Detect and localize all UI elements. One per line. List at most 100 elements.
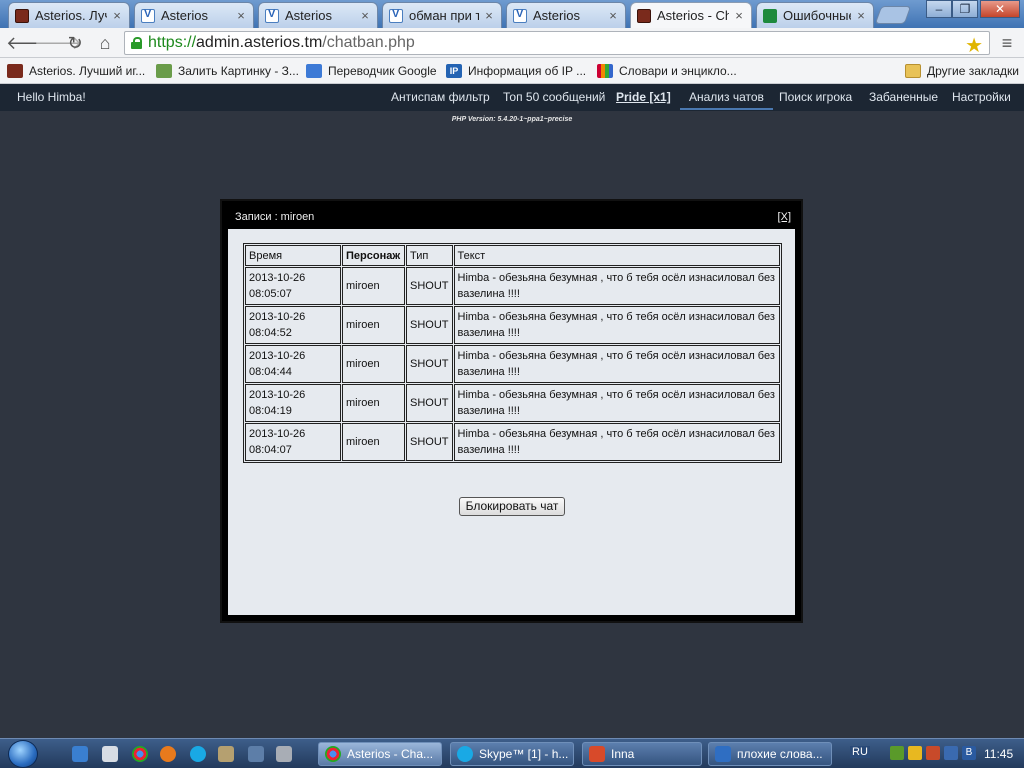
start-button[interactable]	[8, 740, 38, 768]
tray-alert-icon[interactable]	[908, 746, 922, 760]
bookmark-item[interactable]: IP Информация об IP ...	[446, 62, 586, 80]
system-clock: 11:45	[984, 747, 1014, 761]
browser-tab[interactable]: Asterios ×	[506, 2, 626, 28]
browser-toolbar: 🡐 🡒 ↻ ⌂ https://admin.asterios.tm/chatba…	[0, 28, 1024, 58]
cell-time: 2013-10-26 08:04:19	[245, 384, 341, 422]
close-icon[interactable]: ×	[483, 8, 495, 23]
nav-settings[interactable]: Настройки	[952, 90, 1011, 104]
tab-title: Asterios	[285, 8, 332, 23]
close-icon[interactable]: ×	[111, 8, 123, 23]
table-header-row: Время Персонаж Тип Текст	[245, 245, 780, 266]
site-nav-bar: Hello Himba! Антиспам фильтр Топ 50 сооб…	[0, 84, 1024, 111]
browser-tab-active[interactable]: Asterios - Cha ×	[630, 2, 752, 28]
forward-arrow-icon[interactable]: 🡒	[34, 33, 82, 53]
nav-top50-messages[interactable]: Топ 50 сообщений	[503, 90, 605, 104]
tab-title: Asterios. Лучш	[35, 8, 107, 23]
browser-menu-icon[interactable]: ≡	[998, 33, 1016, 54]
table-row: 2013-10-26 08:04:44 miroen SHOUT Himba -…	[245, 345, 780, 383]
skype-icon[interactable]	[190, 746, 206, 762]
game-icon[interactable]	[218, 746, 234, 762]
taskbar-item[interactable]: Asterios - Cha...	[318, 742, 442, 766]
bookmark-label: Asterios. Лучший иг...	[29, 64, 146, 78]
bookmarks-bar: Asterios. Лучший иг... Залить Картинку -…	[0, 58, 1024, 84]
php-version: PHP Version: 5.4.20-1~ppa1~precise	[451, 116, 573, 123]
cell-type: SHOUT	[406, 345, 453, 383]
modal-close-button[interactable]: [X]	[778, 211, 791, 223]
close-icon[interactable]: ×	[733, 8, 745, 23]
v-favicon-icon	[141, 8, 155, 23]
translate-icon	[306, 64, 322, 78]
close-icon[interactable]: ×	[359, 8, 371, 23]
cell-character: miroen	[342, 345, 405, 383]
explorer-icon[interactable]	[72, 746, 88, 762]
reload-icon[interactable]: ↻	[64, 33, 86, 53]
cell-character: miroen	[342, 267, 405, 305]
browser-tab-strip: Asterios. Лучш × Asterios × Asterios × о…	[0, 0, 1024, 28]
browser-tab[interactable]: Asterios. Лучш ×	[8, 2, 130, 28]
taskbar-item[interactable]: плохие слова...	[708, 742, 832, 766]
nav-pride[interactable]: Pride [x1]	[616, 90, 671, 104]
tab-title: Asterios - Cha	[657, 8, 729, 23]
close-icon[interactable]: ×	[607, 8, 619, 23]
nav-chat-analysis[interactable]: Анализ чатов	[680, 90, 773, 110]
close-icon[interactable]: ×	[235, 8, 247, 23]
taskbar-item-label: плохие слова...	[737, 747, 823, 761]
lock-icon	[131, 37, 142, 49]
browser-tab[interactable]: Asterios ×	[134, 2, 254, 28]
nav-banned[interactable]: Забаненные	[869, 90, 938, 104]
vk-icon[interactable]: B	[962, 746, 976, 760]
nav-player-search[interactable]: Поиск игрока	[779, 90, 852, 104]
chrome-icon[interactable]	[132, 746, 148, 762]
cell-time: 2013-10-26 08:05:07	[245, 267, 341, 305]
image-upload-icon	[156, 64, 172, 78]
cell-text: Himba - обезьяна безумная , что б тебя о…	[453, 384, 780, 422]
taskbar-item[interactable]: Inna	[582, 742, 702, 766]
maximize-button[interactable]: ❐	[952, 0, 978, 18]
cell-type: SHOUT	[406, 267, 453, 305]
calculator-icon[interactable]	[102, 746, 118, 762]
home-icon[interactable]: ⌂	[94, 33, 116, 53]
minimize-button[interactable]: –	[926, 0, 952, 18]
v-favicon-icon	[513, 8, 527, 23]
chat-log-table: Время Персонаж Тип Текст 2013-10-26 08:0…	[243, 243, 782, 463]
browser-tab[interactable]: Asterios ×	[258, 2, 378, 28]
window-close-button[interactable]: ✕	[980, 0, 1020, 18]
table-row: 2013-10-26 08:04:19 miroen SHOUT Himba -…	[245, 384, 780, 422]
cell-type: SHOUT	[406, 306, 453, 344]
url-text: https://admin.asterios.tm/chatban.php	[148, 34, 415, 51]
tab-title: обман при т	[409, 8, 479, 23]
bookmark-item[interactable]: Переводчик Google	[306, 62, 437, 80]
dictionary-icon	[597, 64, 613, 78]
bookmark-star-icon[interactable]: ★	[965, 33, 983, 58]
browser-tab[interactable]: обман при т ×	[382, 2, 502, 28]
modal-title: Записи : miroen	[235, 211, 315, 223]
firefox-icon[interactable]	[160, 746, 176, 762]
address-bar[interactable]: https://admin.asterios.tm/chatban.php ★	[124, 31, 990, 58]
column-header-text: Текст	[453, 245, 780, 266]
tool-icon[interactable]	[276, 746, 292, 762]
table-row: 2013-10-26 08:04:52 miroen SHOUT Himba -…	[245, 306, 780, 344]
column-header-character: Персонаж	[342, 245, 405, 266]
new-tab-button[interactable]	[874, 6, 912, 24]
bookmark-item[interactable]: Залить Картинку - З...	[156, 62, 299, 80]
other-bookmarks-folder[interactable]: Другие закладки	[905, 62, 1019, 80]
bookmark-label: Залить Картинку - З...	[178, 64, 299, 78]
desktop-icon[interactable]	[248, 746, 264, 762]
back-arrow-icon[interactable]: 🡐	[6, 33, 54, 53]
cell-text: Himba - обезьяна безумная , что б тебя о…	[453, 345, 780, 383]
taskbar-item[interactable]: Skype™ [1] - h...	[450, 742, 574, 766]
nav-antispam-filter[interactable]: Антиспам фильтр	[391, 90, 490, 104]
tab-title: Asterios	[161, 8, 208, 23]
block-chat-button[interactable]: Блокировать чат	[459, 497, 565, 516]
language-indicator[interactable]: RU	[850, 746, 870, 758]
bookmark-label: Словари и энцикло...	[619, 64, 737, 78]
player-icon	[589, 746, 605, 762]
bookmark-item[interactable]: Словари и энцикло...	[597, 62, 737, 80]
bookmark-item[interactable]: Asterios. Лучший иг...	[7, 62, 145, 80]
volume-icon[interactable]	[926, 746, 940, 760]
browser-tab[interactable]: Ошибочные ×	[756, 2, 874, 28]
tray-app-icon[interactable]	[890, 746, 904, 760]
table-row: 2013-10-26 08:05:07 miroen SHOUT Himba -…	[245, 267, 780, 305]
close-icon[interactable]: ×	[855, 8, 867, 23]
network-icon[interactable]	[944, 746, 958, 760]
